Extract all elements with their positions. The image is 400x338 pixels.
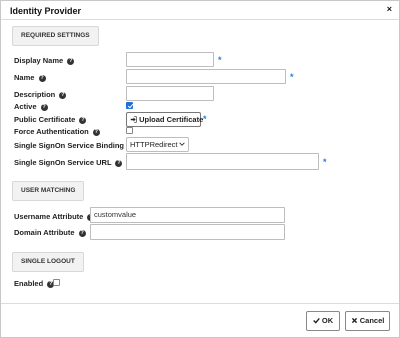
sso-binding-value: HTTPRedirect — [130, 140, 178, 149]
display-name-input[interactable] — [126, 52, 214, 67]
upload-certificate-label: Upload Certificate — [139, 115, 204, 124]
help-icon: ? — [40, 103, 48, 111]
section-required-settings: REQUIRED SETTINGS — [12, 26, 99, 46]
help-icon: ? — [92, 128, 100, 136]
name-label: Name ? — [14, 73, 46, 82]
help-icon: ? — [38, 74, 46, 82]
help-icon: ? — [79, 116, 87, 124]
logout-enabled-checkbox[interactable] — [53, 279, 60, 286]
close-icon[interactable]: × — [387, 5, 392, 14]
required-marker: * — [203, 114, 207, 124]
dialog-titlebar: Identity Provider × — [1, 1, 399, 20]
upload-certificate-button[interactable]: Upload Certificate — [126, 112, 204, 127]
domain-attribute-input[interactable] — [90, 224, 285, 240]
check-icon — [313, 317, 320, 324]
identity-provider-dialog: Identity Provider × REQUIRED SETTINGS Di… — [0, 0, 400, 338]
help-icon: ? — [59, 91, 67, 99]
force-authentication-label: Force Authentication ? — [14, 127, 100, 136]
dialog-title: Identity Provider — [10, 6, 82, 16]
username-attribute-label: Username Attribute ? — [14, 212, 95, 221]
section-single-logout: SINGLE LOGOUT — [12, 252, 84, 272]
help-icon: ? — [115, 159, 123, 167]
section-user-matching: USER MATCHING — [12, 181, 85, 201]
times-icon — [351, 317, 357, 324]
cancel-button[interactable]: Cancel — [345, 311, 390, 331]
sso-binding-select[interactable]: HTTPRedirect — [126, 137, 189, 152]
dialog-footer — [1, 303, 399, 304]
required-marker: * — [290, 72, 294, 82]
name-input[interactable] — [126, 69, 286, 84]
logout-enabled-label: Enabled ? — [14, 279, 55, 288]
required-marker: * — [323, 157, 327, 167]
force-authentication-checkbox[interactable] — [126, 127, 133, 134]
ok-button[interactable]: OK — [306, 311, 340, 331]
sso-url-label: Single SignOn Service URL ? — [14, 158, 123, 167]
sso-binding-label: Single SignOn Service Binding ? — [14, 141, 136, 150]
chevron-down-icon — [179, 142, 185, 146]
description-input[interactable] — [126, 86, 214, 101]
required-marker: * — [218, 55, 222, 65]
active-label: Active ? — [14, 102, 48, 111]
ok-label: OK — [321, 316, 334, 325]
sso-url-input[interactable] — [126, 153, 319, 170]
active-checkbox[interactable] — [126, 102, 133, 109]
display-name-label: Display Name ? — [14, 56, 75, 65]
help-icon: ? — [67, 57, 75, 65]
cancel-label: Cancel — [359, 316, 385, 325]
help-icon: ? — [78, 229, 86, 237]
username-attribute-input[interactable]: customvalue — [90, 207, 285, 223]
sign-in-icon — [130, 116, 137, 123]
public-certificate-label: Public Certificate ? — [14, 115, 87, 124]
description-label: Description ? — [14, 90, 67, 99]
domain-attribute-label: Domain Attribute ? — [14, 228, 86, 237]
